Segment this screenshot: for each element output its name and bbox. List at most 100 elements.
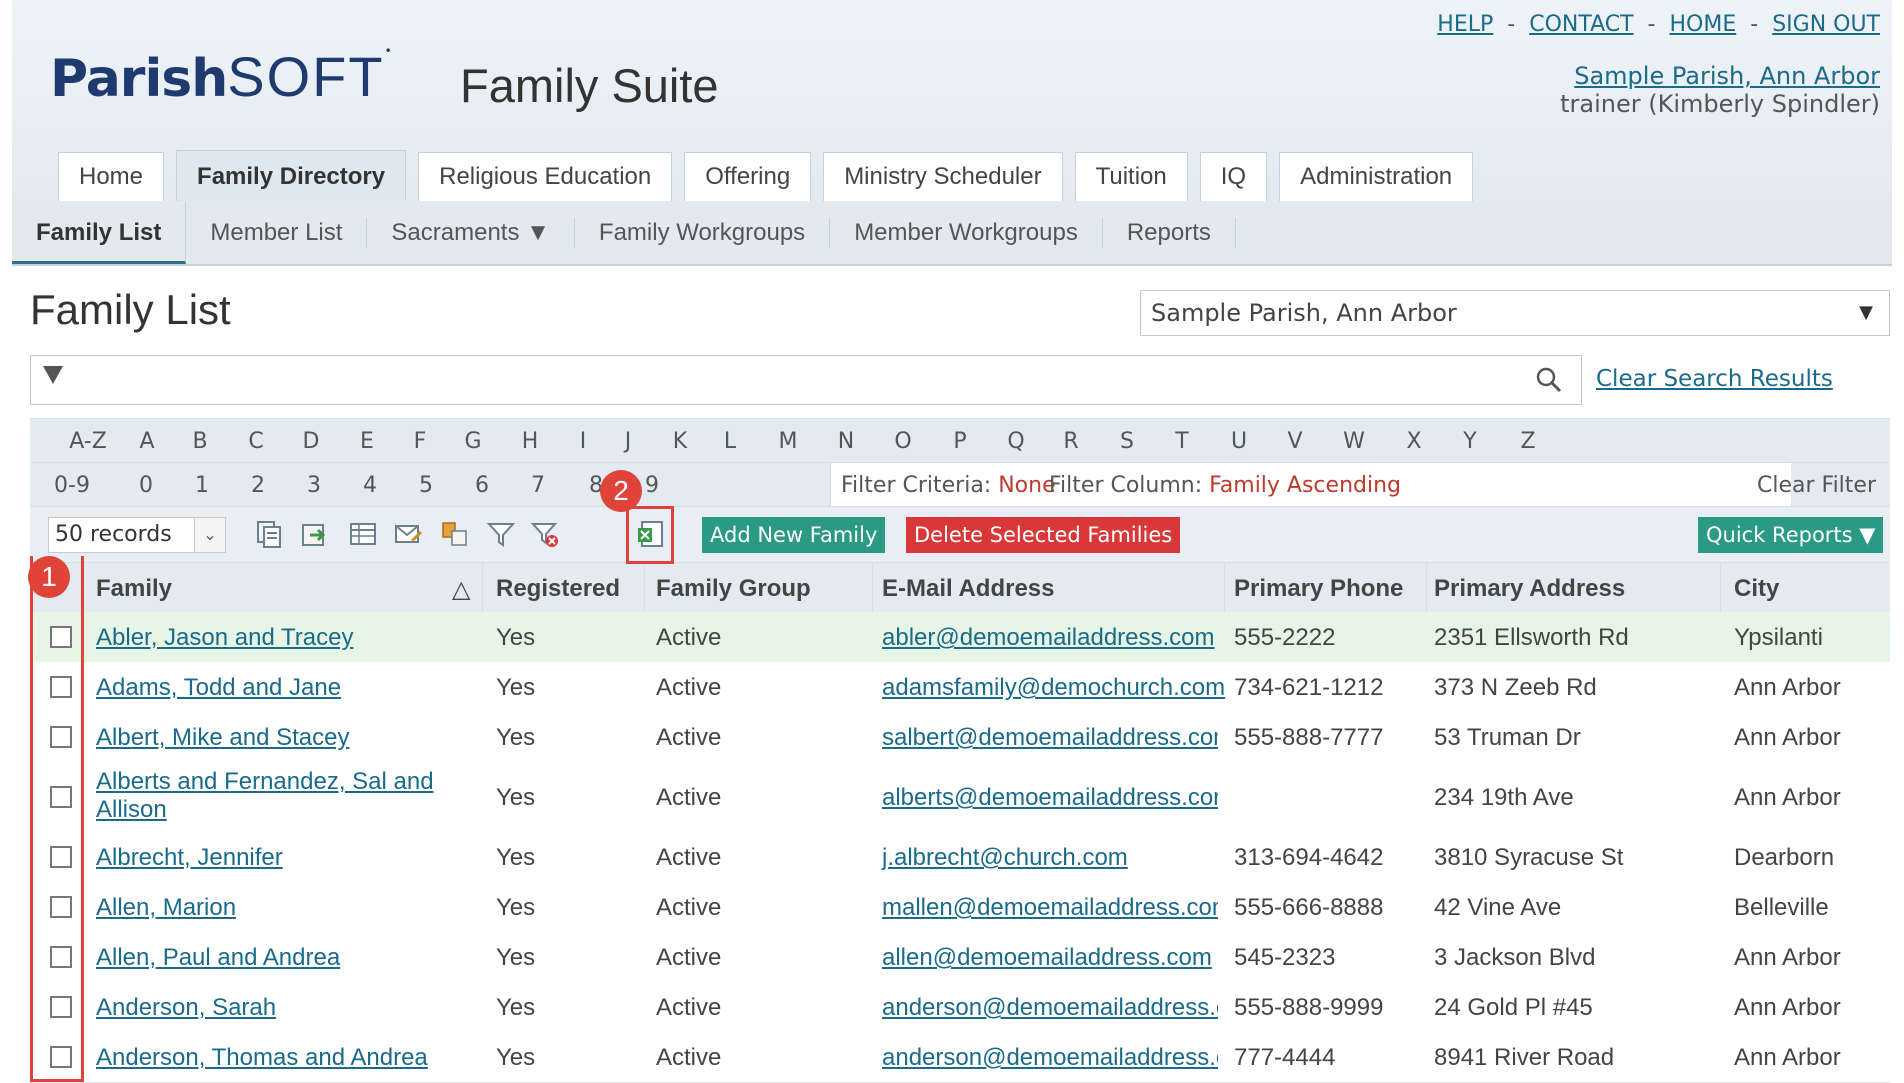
family-name-link[interactable]: Allen, Marion xyxy=(96,894,236,922)
email-link[interactable]: mallen@demoemailaddress.com xyxy=(882,894,1218,922)
grid-icon[interactable] xyxy=(348,519,378,549)
email-link[interactable]: alberts@demoemailaddress.com xyxy=(882,784,1218,812)
alpha-i[interactable]: I xyxy=(580,429,587,454)
parish-link[interactable]: Sample Parish, Ann Arbor xyxy=(1574,62,1880,90)
alpha-e[interactable]: E xyxy=(360,429,374,454)
col-registered[interactable]: Registered xyxy=(496,575,620,603)
parishsoft-logo[interactable]: ParishSOFT• xyxy=(50,44,392,109)
email-link[interactable]: adamsfamily@demochurch.com xyxy=(882,674,1225,702)
records-per-page-select[interactable]: 50 records ⌄ xyxy=(48,517,226,553)
num-3[interactable]: 3 xyxy=(307,473,321,498)
family-name-link[interactable]: Alberts and Fernandez, Sal and xyxy=(96,768,434,796)
alpha-a[interactable]: A xyxy=(139,429,154,454)
alpha-all[interactable]: A-Z xyxy=(69,429,107,454)
alpha-s[interactable]: S xyxy=(1120,429,1134,454)
col-primary-address[interactable]: Primary Address xyxy=(1434,575,1625,603)
alpha-d[interactable]: D xyxy=(303,429,320,454)
sort-asc-icon[interactable]: △ xyxy=(452,575,470,604)
alpha-z[interactable]: Z xyxy=(1520,429,1535,454)
clear-filter-link[interactable]: Clear Filter xyxy=(1757,473,1876,498)
alpha-q[interactable]: Q xyxy=(1007,429,1024,454)
col-family-group[interactable]: Family Group xyxy=(656,575,811,603)
tab-home[interactable]: Home xyxy=(58,152,165,201)
tab-religious-education[interactable]: Religious Education xyxy=(418,152,673,201)
sign-out-link[interactable]: SIGN OUT xyxy=(1772,12,1880,37)
tab-family-directory[interactable]: Family Directory xyxy=(176,150,407,201)
num-all[interactable]: 0-9 xyxy=(54,473,90,498)
contact-link[interactable]: CONTACT xyxy=(1529,12,1633,37)
table-row[interactable]: Adams, Todd and Jane Yes Active adamsfam… xyxy=(30,662,1890,713)
alpha-x[interactable]: X xyxy=(1406,429,1421,454)
family-name-link[interactable]: Allen, Paul and Andrea xyxy=(96,944,340,972)
alpha-m[interactable]: M xyxy=(779,429,798,454)
filter-icon[interactable] xyxy=(486,519,516,549)
num-6[interactable]: 6 xyxy=(475,473,489,498)
alpha-h[interactable]: H xyxy=(522,429,539,454)
table-row[interactable]: Anderson, Sarah Yes Active anderson@demo… xyxy=(30,982,1890,1033)
search-icon[interactable] xyxy=(1535,366,1563,394)
alpha-b[interactable]: B xyxy=(192,429,207,454)
family-name-link[interactable]: Anderson, Thomas and Andrea xyxy=(96,1044,428,1072)
alpha-u[interactable]: U xyxy=(1231,429,1247,454)
alpha-j[interactable]: J xyxy=(625,429,632,454)
num-7[interactable]: 7 xyxy=(531,473,545,498)
help-link[interactable]: HELP xyxy=(1437,12,1493,37)
alpha-c[interactable]: C xyxy=(248,429,263,454)
num-9[interactable]: 9 xyxy=(645,473,659,498)
table-row[interactable]: Alberts and Fernandez, Sal and Allison Y… xyxy=(30,762,1890,833)
filter-toggle-icon[interactable] xyxy=(43,366,63,384)
family-name-link[interactable]: Albrecht, Jennifer xyxy=(96,844,283,872)
alpha-l[interactable]: L xyxy=(724,429,736,454)
alpha-g[interactable]: G xyxy=(464,429,481,454)
tab-administration[interactable]: Administration xyxy=(1279,152,1474,201)
tab-ministry-scheduler[interactable]: Ministry Scheduler xyxy=(823,152,1063,201)
copy-icon[interactable] xyxy=(254,519,284,549)
add-new-family-button[interactable]: Add New Family xyxy=(702,517,886,553)
tab-iq[interactable]: IQ xyxy=(1199,152,1268,201)
num-5[interactable]: 5 xyxy=(419,473,433,498)
alpha-o[interactable]: O xyxy=(894,429,911,454)
alpha-p[interactable]: P xyxy=(953,429,966,454)
col-email[interactable]: E-Mail Address xyxy=(882,575,1055,603)
family-name-link-cont[interactable]: Allison xyxy=(96,796,167,824)
email-link[interactable]: j.albrecht@church.com xyxy=(882,844,1128,872)
merge-icon[interactable] xyxy=(440,519,470,549)
subnav-sacraments[interactable]: Sacraments ▼ xyxy=(367,218,575,248)
num-4[interactable]: 4 xyxy=(363,473,377,498)
col-family[interactable]: Family xyxy=(96,575,172,603)
email-link[interactable]: allen@demoemailaddress.com xyxy=(882,944,1212,972)
table-row[interactable]: Allen, Marion Yes Active mallen@demoemai… xyxy=(30,882,1890,933)
quick-reports-button[interactable]: Quick Reports ▼ xyxy=(1698,517,1884,553)
alpha-k[interactable]: K xyxy=(673,429,687,454)
col-city[interactable]: City xyxy=(1734,575,1779,603)
family-name-link[interactable]: Anderson, Sarah xyxy=(96,994,276,1022)
family-name-link[interactable]: Adams, Todd and Jane xyxy=(96,674,341,702)
parish-select[interactable]: Sample Parish, Ann Arbor ▼ xyxy=(1140,290,1890,336)
alpha-w[interactable]: W xyxy=(1343,429,1365,454)
col-primary-phone[interactable]: Primary Phone xyxy=(1234,575,1403,603)
table-row[interactable]: Anderson, Thomas and Andrea Yes Active a… xyxy=(30,1032,1890,1083)
alpha-f[interactable]: F xyxy=(414,429,427,454)
alpha-r[interactable]: R xyxy=(1063,429,1078,454)
num-2[interactable]: 2 xyxy=(251,473,265,498)
family-name-link[interactable]: Abler, Jason and Tracey xyxy=(96,624,353,652)
clear-search-link[interactable]: Clear Search Results xyxy=(1596,366,1833,392)
search-input[interactable] xyxy=(30,355,1582,405)
email-link[interactable]: anderson@demoemailaddress.com xyxy=(882,1044,1218,1072)
email-icon[interactable] xyxy=(394,519,424,549)
delete-selected-families-button[interactable]: Delete Selected Families xyxy=(906,517,1181,553)
subnav-family-list[interactable]: Family List xyxy=(12,202,187,264)
tab-offering[interactable]: Offering xyxy=(684,152,812,201)
email-link[interactable]: abler@demoemailaddress.com xyxy=(882,624,1215,652)
email-link[interactable]: anderson@demoemailaddress.com xyxy=(882,994,1218,1022)
table-row[interactable]: Albrecht, Jennifer Yes Active j.albrecht… xyxy=(30,832,1890,883)
home-link[interactable]: HOME xyxy=(1669,12,1736,37)
clear-filter-icon[interactable] xyxy=(530,519,560,549)
email-link[interactable]: salbert@demoemailaddress.com xyxy=(882,724,1218,752)
num-1[interactable]: 1 xyxy=(195,473,209,498)
subnav-member-list[interactable]: Member List xyxy=(186,218,368,248)
subnav-reports[interactable]: Reports xyxy=(1103,218,1236,248)
alpha-v[interactable]: V xyxy=(1287,429,1302,454)
export-icon[interactable] xyxy=(300,519,330,549)
subnav-member-workgroups[interactable]: Member Workgroups xyxy=(830,218,1103,248)
